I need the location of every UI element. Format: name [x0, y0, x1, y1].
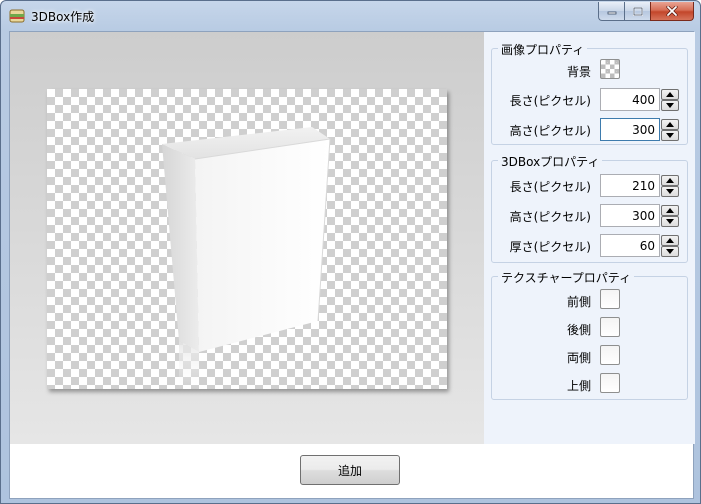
- box-length-down-button[interactable]: [661, 186, 679, 197]
- texture-both-button[interactable]: [600, 345, 620, 365]
- box-properties-title: 3DBoxプロパティ: [498, 153, 603, 170]
- image-length-up-button[interactable]: [661, 89, 679, 100]
- arrow-up-icon: [666, 208, 674, 213]
- texture-back-label: 後側: [566, 323, 591, 337]
- box-length-spinner: [661, 175, 679, 197]
- texture-both-row: 両側: [492, 345, 689, 369]
- box-thickness-up-button[interactable]: [661, 235, 679, 246]
- image-height-spinner: [661, 119, 679, 141]
- box-length-label: 長さ(ピクセル): [509, 180, 591, 194]
- arrow-up-icon: [666, 238, 674, 243]
- maximize-button[interactable]: [624, 2, 650, 21]
- preview-area: [10, 32, 484, 444]
- box-properties-group: 3DBoxプロパティ 長さ(ピクセル) 高さ(ピクセル): [491, 153, 689, 263]
- app-window: 3DBox作成 画像プロパティ 背景 長さ(ピクセル) 400 高さ(ピクセル)…: [0, 0, 701, 504]
- maximize-icon: [632, 6, 643, 16]
- texture-front-row: 前側: [492, 289, 689, 313]
- background-picker-button[interactable]: [600, 59, 620, 79]
- texture-properties-group: テクスチャープロパティ 前側 後側 両側 上側: [491, 269, 689, 400]
- texture-top-row: 上側: [492, 373, 689, 397]
- arrow-down-icon: [666, 249, 674, 254]
- background-row: 背景: [492, 59, 689, 83]
- image-height-down-button[interactable]: [661, 130, 679, 141]
- title-bar[interactable]: 3DBox作成: [1, 1, 700, 31]
- texture-top-label: 上側: [566, 379, 591, 393]
- preview-canvas: [47, 89, 447, 389]
- texture-top-button[interactable]: [600, 373, 620, 393]
- texture-front-button[interactable]: [600, 289, 620, 309]
- texture-front-label: 前側: [566, 295, 591, 309]
- box-height-down-button[interactable]: [661, 216, 679, 227]
- texture-back-button[interactable]: [600, 317, 620, 337]
- box-height-spinner: [661, 205, 679, 227]
- property-panel: 画像プロパティ 背景 長さ(ピクセル) 400 高さ(ピクセル) 300 3DB…: [484, 32, 695, 444]
- texture-both-label: 両側: [566, 351, 591, 365]
- box-thickness-input[interactable]: [600, 234, 660, 257]
- image-height-up-button[interactable]: [661, 119, 679, 130]
- arrow-up-icon: [666, 122, 674, 127]
- image-properties-group: 画像プロパティ 背景 長さ(ピクセル) 400 高さ(ピクセル) 300: [491, 41, 689, 145]
- caption-buttons: [598, 2, 694, 22]
- box-thickness-label: 厚さ(ピクセル): [509, 240, 591, 254]
- arrow-up-icon: [666, 92, 674, 97]
- arrow-down-icon: [666, 133, 674, 138]
- arrow-down-icon: [666, 103, 674, 108]
- client-area: 画像プロパティ 背景 長さ(ピクセル) 400 高さ(ピクセル) 300 3DB…: [9, 31, 695, 499]
- minimize-icon: [607, 11, 616, 15]
- box-length-up-button[interactable]: [661, 175, 679, 186]
- box-height-up-button[interactable]: [661, 205, 679, 216]
- image-length-row: 長さ(ピクセル): [492, 88, 689, 112]
- box-height-label: 高さ(ピクセル): [509, 210, 591, 224]
- box-height-input[interactable]: [600, 204, 660, 227]
- box-height-row: 高さ(ピクセル): [492, 204, 689, 228]
- image-properties-title: 画像プロパティ: [498, 41, 588, 58]
- box-3d-preview: [162, 127, 331, 389]
- image-length-spinner: [661, 89, 679, 111]
- texture-back-row: 後側: [492, 317, 689, 341]
- arrow-up-icon: [666, 178, 674, 183]
- background-label: 背景: [566, 65, 591, 79]
- box-thickness-row: 厚さ(ピクセル): [492, 234, 689, 258]
- image-height-label: 高さ(ピクセル): [509, 124, 591, 138]
- box-length-row: 長さ(ピクセル): [492, 174, 689, 198]
- image-length-input[interactable]: [600, 88, 660, 111]
- image-height-input[interactable]: [600, 118, 660, 141]
- arrow-down-icon: [666, 189, 674, 194]
- arrow-down-icon: [666, 219, 674, 224]
- image-length-label: 長さ(ピクセル): [509, 94, 591, 108]
- add-button[interactable]: 追加: [300, 455, 400, 485]
- box-thickness-down-button[interactable]: [661, 246, 679, 257]
- footer-bar: 追加: [10, 444, 693, 498]
- box-length-input[interactable]: [600, 174, 660, 197]
- close-button[interactable]: [650, 2, 694, 21]
- texture-properties-title: テクスチャープロパティ: [498, 269, 635, 286]
- minimize-button[interactable]: [598, 2, 624, 21]
- box-thickness-spinner: [661, 235, 679, 257]
- close-icon: [666, 6, 678, 16]
- image-length-down-button[interactable]: [661, 100, 679, 111]
- image-height-row: 高さ(ピクセル): [492, 118, 689, 142]
- app-box-icon: [9, 9, 25, 23]
- window-title: 3DBox作成: [31, 10, 95, 24]
